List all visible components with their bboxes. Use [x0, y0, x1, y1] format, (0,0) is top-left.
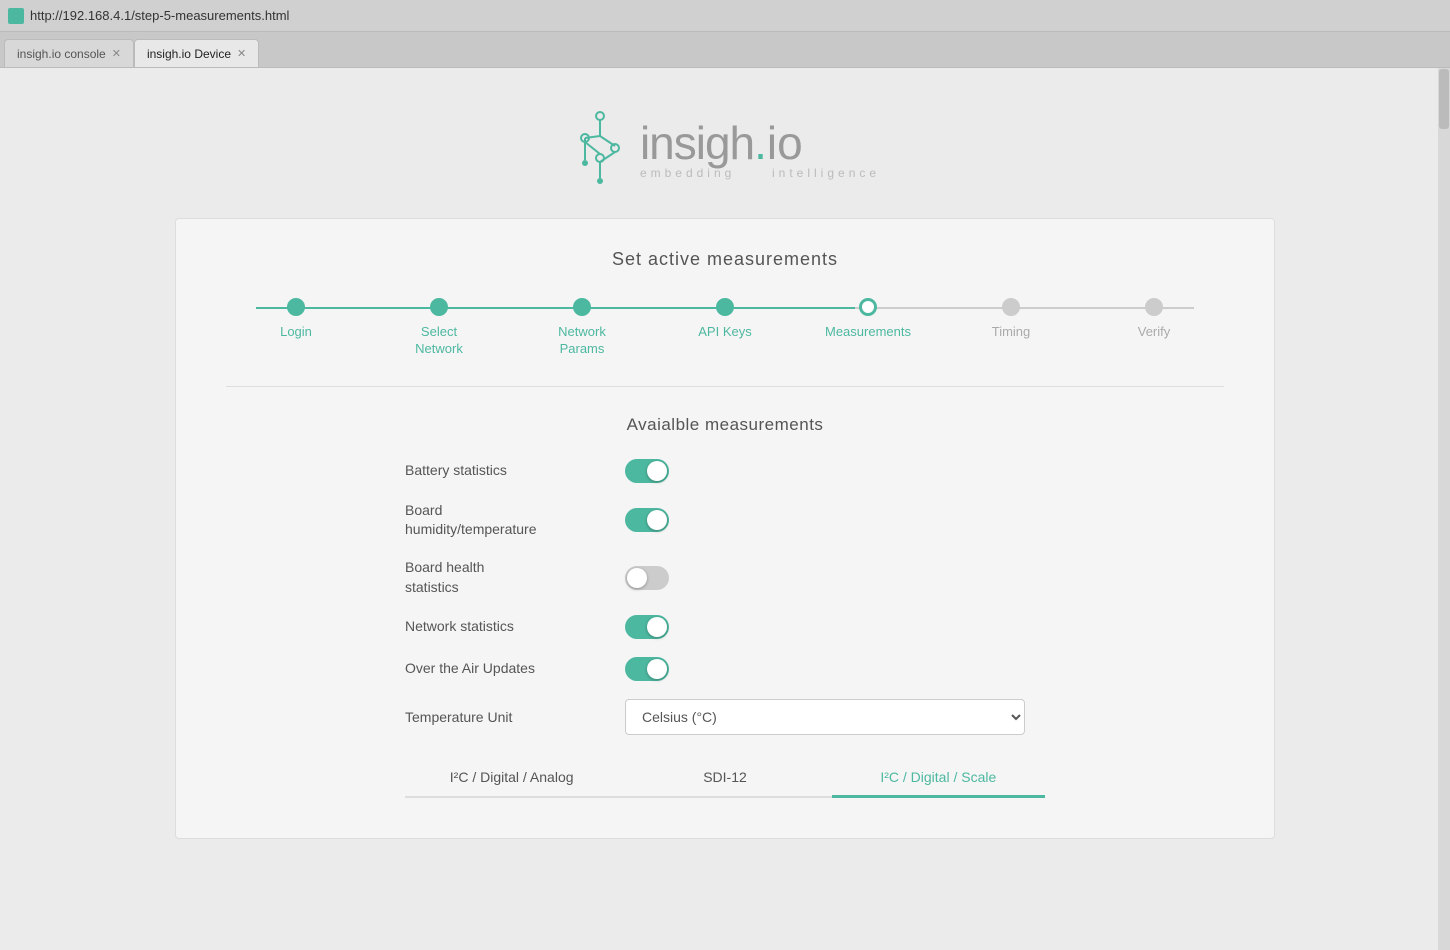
step-network-params: NetworkParams [522, 298, 642, 358]
logo-area: insigh . io embedding intelligence [570, 108, 880, 188]
step-network-params-label: NetworkParams [558, 324, 606, 358]
step-verify-dot [1145, 298, 1163, 316]
step-measurements-label: Measurements [825, 324, 911, 341]
toggle-health[interactable] [625, 566, 669, 590]
measurement-row-humidity: Boardhumidity/temperature [405, 501, 1045, 540]
tab-console-close[interactable]: ✕ [112, 47, 121, 60]
step-network-params-dot [573, 298, 591, 316]
step-login: Login [236, 298, 356, 341]
step-api-keys-label: API Keys [698, 324, 751, 341]
tab-device-close[interactable]: ✕ [237, 47, 246, 60]
logo-tagline: embedding intelligence [640, 166, 880, 180]
measurement-label-ota: Over the Air Updates [405, 659, 625, 679]
step-select-network: SelectNetwork [379, 298, 499, 358]
tab-i2c-digital-scale[interactable]: I²C / Digital / Scale [832, 759, 1045, 798]
toggle-battery-thumb [647, 461, 667, 481]
logo-text-io: io [767, 116, 803, 170]
step-api-keys-dot [716, 298, 734, 316]
favicon-icon [8, 8, 24, 24]
step-measurements: Measurements [808, 298, 928, 341]
logo-text-insigh: insigh [640, 116, 754, 170]
measurement-label-network: Network statistics [405, 617, 625, 637]
section-divider [226, 386, 1224, 387]
step-measurements-dot [859, 298, 877, 316]
measurement-label-battery: Battery statistics [405, 461, 625, 481]
section-title: Avaialble measurements [226, 415, 1224, 435]
step-api-keys: API Keys [665, 298, 785, 341]
step-verify-label: Verify [1138, 324, 1171, 341]
step-timing: Timing [951, 298, 1071, 341]
step-timing-label: Timing [992, 324, 1031, 341]
toggle-humidity[interactable] [625, 508, 669, 532]
stepper: Login SelectNetwork NetworkParams API Ke… [226, 298, 1224, 358]
temperature-unit-select[interactable]: Celsius (°C) Fahrenheit (°F) [625, 699, 1025, 735]
tab-sdi12[interactable]: SDI-12 [618, 759, 831, 798]
toggle-battery[interactable] [625, 459, 669, 483]
tab-console[interactable]: insigh.io console ✕ [4, 39, 134, 67]
page-content: insigh . io embedding intelligence Set a… [0, 68, 1450, 950]
step-select-network-dot [430, 298, 448, 316]
toggle-health-thumb [627, 568, 647, 588]
main-card: Set active measurements Login SelectNetw… [175, 218, 1275, 839]
measurement-row-network: Network statistics [405, 615, 1045, 639]
step-select-network-label: SelectNetwork [415, 324, 463, 358]
temperature-unit-label: Temperature Unit [405, 709, 625, 725]
step-login-dot [287, 298, 305, 316]
measurements-list: Battery statistics Boardhumidity/tempera… [405, 459, 1045, 681]
bottom-tabs: I²C / Digital / Analog SDI-12 I²C / Digi… [405, 759, 1045, 798]
step-verify: Verify [1094, 298, 1214, 341]
card-title: Set active measurements [226, 249, 1224, 270]
logo-icon [570, 108, 630, 188]
tab-device[interactable]: insigh.io Device ✕ [134, 39, 259, 67]
measurement-label-health: Board healthstatistics [405, 558, 625, 597]
scrollbar-track [1438, 68, 1450, 950]
step-timing-dot [1002, 298, 1020, 316]
step-login-label: Login [280, 324, 312, 341]
browser-address-bar: http://192.168.4.1/step-5-measurements.h… [0, 0, 1450, 32]
scrollbar-thumb[interactable] [1439, 69, 1449, 129]
logo-dot: . [754, 116, 767, 170]
measurement-label-humidity: Boardhumidity/temperature [405, 501, 625, 540]
toggle-ota[interactable] [625, 657, 669, 681]
toggle-network[interactable] [625, 615, 669, 639]
temperature-unit-row: Temperature Unit Celsius (°C) Fahrenheit… [405, 699, 1045, 735]
url-text: http://192.168.4.1/step-5-measurements.h… [30, 8, 289, 23]
measurement-row-ota: Over the Air Updates [405, 657, 1045, 681]
measurement-row-battery: Battery statistics [405, 459, 1045, 483]
measurement-row-health: Board healthstatistics [405, 558, 1045, 597]
browser-tabs: insigh.io console ✕ insigh.io Device ✕ [0, 32, 1450, 68]
tab-i2c-digital-analog[interactable]: I²C / Digital / Analog [405, 759, 618, 798]
